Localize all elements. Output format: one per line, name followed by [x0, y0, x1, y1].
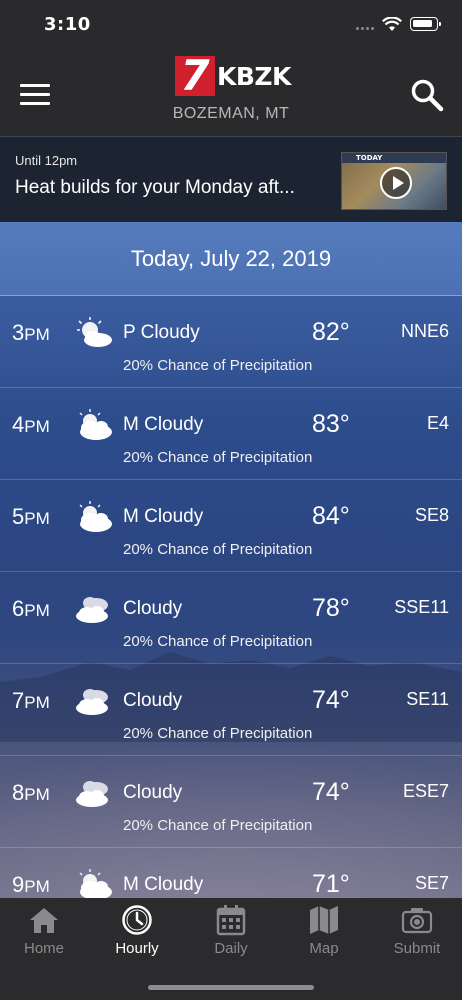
play-icon[interactable]: [380, 167, 412, 199]
tab-map-label: Map: [309, 940, 339, 957]
app-header: 7 KBZK BOZEMAN, MT: [0, 50, 462, 136]
hour-number: 9: [12, 872, 25, 897]
mostly-cloudy-icon: [79, 501, 112, 532]
home-indicator: [148, 985, 314, 990]
hourly-row[interactable]: 6PM Cloudy 78° SSE11 20% Chance of Precipita…: [0, 572, 462, 664]
hour-number: 6: [12, 596, 25, 621]
hour-ampm: PM: [24, 325, 50, 344]
search-icon[interactable]: [410, 78, 444, 112]
calendar-icon: [216, 905, 246, 936]
hour-ampm: PM: [24, 509, 50, 528]
wind: SE11: [406, 689, 449, 709]
hourly-row[interactable]: 4PM M Cloudy 83° E4 20% Chance of Precipitat…: [0, 388, 462, 480]
thumbnail-label: TODAY: [356, 154, 383, 162]
banner-headline[interactable]: Heat builds for your Monday aft...: [15, 177, 330, 199]
tab-daily[interactable]: Daily: [185, 904, 277, 960]
hourly-row[interactable]: 8PM Cloudy 74° ESE7 20% Chance of Precipitat…: [0, 756, 462, 848]
wind: SSE11: [394, 597, 449, 617]
logo-number: 7: [175, 55, 215, 97]
precip-chance: 20% Chance of Precipitation: [123, 817, 313, 834]
wifi-icon: [382, 17, 402, 31]
banner-until: Until 12pm: [15, 153, 78, 168]
condition-label: M Cloudy: [123, 506, 204, 527]
location-label: BOZEMAN, MT: [172, 105, 290, 122]
temperature: 74°: [312, 686, 350, 714]
camera-icon: [401, 908, 433, 934]
wind: ESE7: [402, 781, 449, 801]
hour-ampm: PM: [24, 693, 50, 712]
cloudy-icon: [76, 597, 108, 623]
temperature: 74°: [312, 778, 350, 806]
wind: SE7: [414, 873, 449, 893]
hour-label: 8PM: [12, 780, 50, 806]
condition-label: Cloudy: [123, 598, 183, 619]
tab-hourly-label: Hourly: [115, 940, 159, 957]
date-header: Today, July 22, 2019: [0, 222, 462, 296]
condition-label: Cloudy: [123, 690, 183, 711]
hour-ampm: PM: [24, 785, 50, 804]
temperature: 83°: [312, 410, 350, 438]
hour-number: 5: [12, 504, 25, 529]
hour-number: 3: [12, 320, 25, 345]
hourly-row[interactable]: 9PM M Cloudy 71° SE7: [0, 848, 462, 898]
precip-chance: 20% Chance of Precipitation: [123, 541, 313, 558]
video-thumbnail[interactable]: TODAY: [341, 152, 447, 210]
hour-label: 9PM: [12, 872, 50, 898]
hour-number: 7: [12, 688, 25, 713]
cloudy-icon: [76, 689, 108, 715]
precip-chance: 20% Chance of Precipitation: [123, 725, 313, 742]
hour-label: 3PM: [12, 320, 50, 346]
tab-daily-label: Daily: [214, 940, 248, 957]
hourly-row[interactable]: 7PM Cloudy 74° SE11 20% Chance of Precipitat…: [0, 664, 462, 756]
hour-number: 8: [12, 780, 25, 805]
condition-label: M Cloudy: [123, 414, 204, 435]
partly-cloudy-icon: [77, 317, 112, 347]
precip-chance: 20% Chance of Precipitation: [123, 449, 313, 466]
home-icon: [30, 908, 58, 933]
hour-label: 5PM: [12, 504, 50, 530]
date-text: Today, July 22, 2019: [130, 246, 332, 271]
tab-submit[interactable]: Submit: [371, 904, 462, 960]
hourly-forecast[interactable]: Today, July 22, 2019 3PM P Cloudy 82° NNE6 2…: [0, 222, 462, 898]
mostly-cloudy-icon: [79, 409, 112, 440]
condition-label: P Cloudy: [123, 322, 200, 343]
temperature: 78°: [312, 594, 350, 622]
tab-home-label: Home: [23, 940, 64, 957]
hour-ampm: PM: [24, 601, 50, 620]
wind: NNE6: [400, 321, 449, 341]
hour-number: 4: [12, 412, 25, 437]
status-bar: 3:10: [0, 0, 462, 50]
hamburger-menu-icon[interactable]: [20, 84, 50, 106]
news-banner[interactable]: Until 12pm Heat builds for your Monday a…: [0, 136, 462, 222]
signal-icon: [356, 27, 376, 31]
hour-label: 4PM: [12, 412, 50, 438]
hour-label: 6PM: [12, 596, 50, 622]
wind: SE8: [414, 505, 449, 525]
logo-text: KBZK: [217, 62, 291, 91]
hour-ampm: PM: [24, 417, 50, 436]
clock-icon: [122, 905, 152, 935]
hour-ampm: PM: [24, 877, 50, 896]
cloudy-icon: [76, 781, 108, 807]
precip-chance: 20% Chance of Precipitation: [123, 357, 313, 374]
hourly-row[interactable]: 5PM M Cloudy 84° SE8 20% Chance of Precipita…: [0, 480, 462, 572]
map-icon: [310, 906, 338, 934]
tab-home[interactable]: Home: [0, 904, 90, 960]
temperature: 71°: [312, 870, 350, 898]
tab-map[interactable]: Map: [278, 904, 370, 960]
mostly-cloudy-icon: [79, 869, 112, 898]
station-logo: 7 KBZK: [175, 55, 295, 97]
status-time: 3:10: [44, 14, 91, 35]
temperature: 84°: [312, 502, 350, 530]
precip-chance: 20% Chance of Precipitation: [123, 633, 313, 650]
hour-label: 7PM: [12, 688, 50, 714]
battery-icon: [410, 17, 441, 31]
temperature: 82°: [312, 318, 350, 346]
condition-label: Cloudy: [123, 782, 183, 803]
tab-submit-label: Submit: [393, 940, 441, 957]
tab-hourly[interactable]: Hourly: [91, 904, 183, 960]
wind: E4: [426, 413, 449, 433]
hourly-row[interactable]: 3PM P Cloudy 82° NNE6 20% Chance of Precipit…: [0, 296, 462, 388]
condition-label: M Cloudy: [123, 874, 204, 895]
